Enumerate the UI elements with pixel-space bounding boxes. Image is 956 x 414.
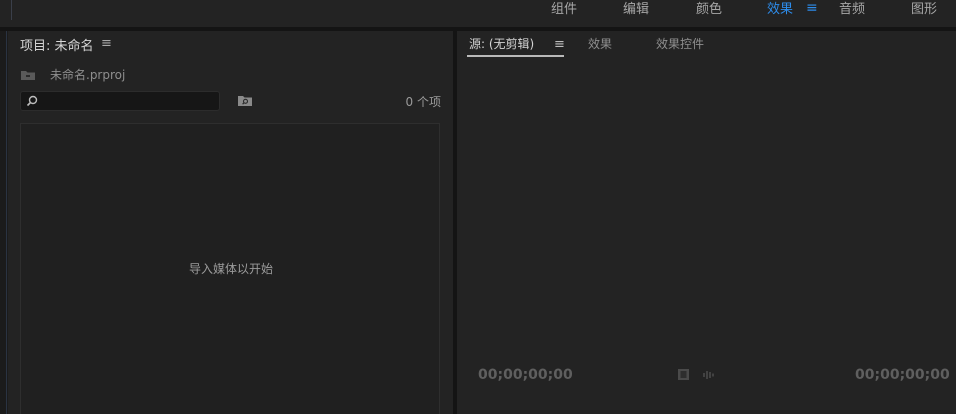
project-item-count: 0 个项	[405, 95, 441, 109]
workspace-bar-edge	[11, 0, 12, 20]
project-search-input[interactable]	[41, 93, 211, 109]
source-panel-menu-icon[interactable]: ≡	[554, 37, 565, 52]
duration-timecode: 00;00;00;00	[855, 367, 950, 383]
workspace-tab-editing[interactable]: 编辑	[623, 0, 649, 17]
tab-effects[interactable]: 效果	[588, 35, 612, 52]
workspace-tab-audio[interactable]: 音频	[839, 0, 865, 17]
source-monitor-panel: 源: (无剪辑) ≡ 效果 效果控件 00;00;00;00 00;00;00;…	[457, 31, 956, 414]
project-file-name: 未命名.prproj	[50, 68, 126, 82]
workspace-tab-graphics[interactable]: 图形	[911, 0, 937, 17]
drag-audio-icon[interactable]	[702, 370, 718, 380]
search-icon	[26, 95, 38, 107]
project-search-field[interactable]	[20, 91, 220, 111]
project-panel: 项目: 未命名 ≡ 未命名.prproj 0 个项 导入媒体以开始	[8, 31, 453, 414]
active-tab-underline	[467, 55, 564, 57]
project-panel-title[interactable]: 项目: 未命名	[20, 35, 94, 54]
find-folder-icon[interactable]	[237, 94, 253, 107]
workspace-tab-color[interactable]: 颜色	[696, 0, 722, 17]
project-bin-icon	[21, 71, 35, 80]
workspace-bar: 组件 编辑 颜色 效果 ≡ 音频 图形	[0, 0, 956, 27]
workspace-tab-effects[interactable]: 效果	[767, 0, 793, 17]
project-media-drop-area[interactable]: 导入媒体以开始	[20, 123, 440, 414]
tab-effect-controls[interactable]: 效果控件	[656, 35, 704, 52]
workspace-menu-icon[interactable]: ≡	[806, 0, 818, 16]
playhead-timecode[interactable]: 00;00;00;00	[478, 367, 573, 383]
left-dock-edge	[0, 31, 8, 414]
import-media-hint: 导入媒体以开始	[188, 262, 273, 276]
drag-video-icon[interactable]	[677, 368, 690, 381]
project-panel-menu-icon[interactable]: ≡	[101, 36, 112, 51]
workspace-tab-assembly[interactable]: 组件	[551, 0, 577, 17]
tab-source[interactable]: 源: (无剪辑)	[469, 35, 534, 52]
